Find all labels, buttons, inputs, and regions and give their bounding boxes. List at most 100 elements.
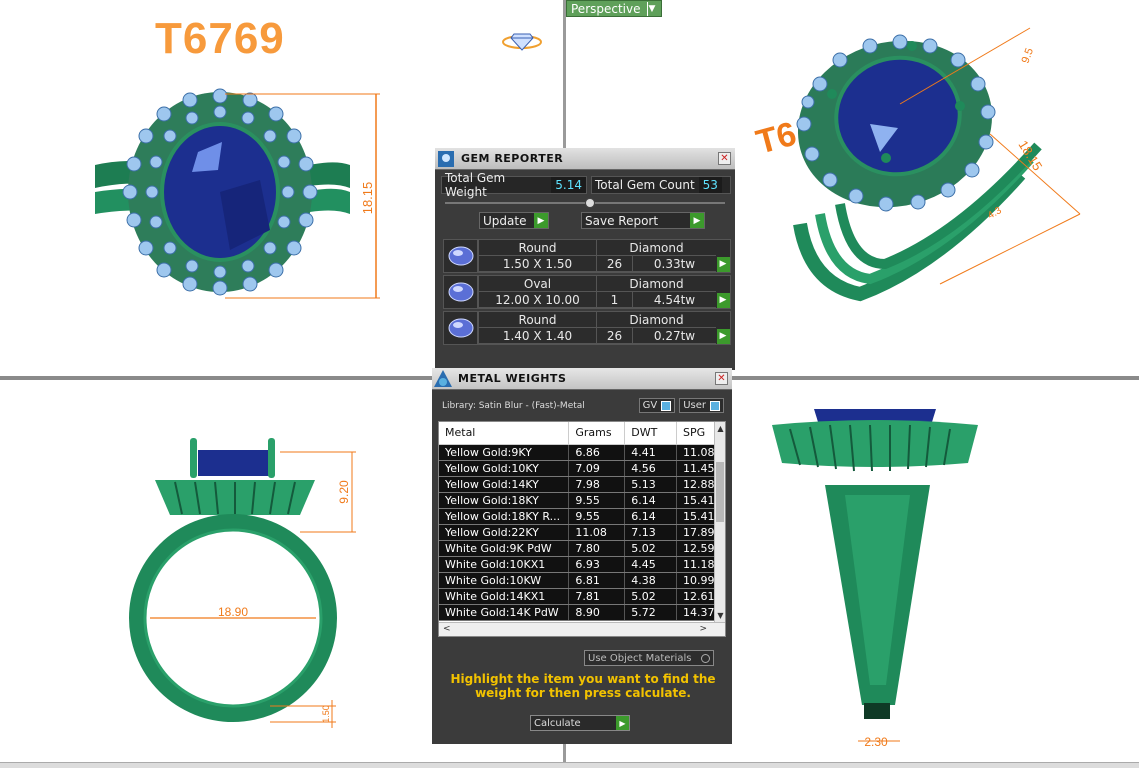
- sku-title: T6769: [155, 14, 285, 63]
- table-cell: 11.18: [676, 556, 716, 573]
- table-cell: White Gold:14K PdW: [439, 604, 570, 621]
- gem-list: Round Diamond ▶ 1.50 X 1.50 26 0.33tw Oval Diam…: [443, 239, 731, 345]
- table-cell: 11.08: [676, 444, 716, 461]
- gem-type: Diamond: [596, 312, 716, 328]
- update-button[interactable]: Update ▶: [479, 212, 549, 229]
- table-cell: 11.08: [568, 524, 626, 541]
- table-cell: 12.88: [676, 476, 716, 493]
- table-cell: White Gold:10KX1: [439, 556, 570, 573]
- play-icon: ▶: [716, 292, 730, 308]
- column-header[interactable]: SPG: [676, 422, 716, 445]
- table-cell: Yellow Gold:14KY: [439, 476, 570, 493]
- table-cell: 9.55: [568, 492, 626, 509]
- table-cell: Yellow Gold:10KY: [439, 460, 570, 477]
- column-header[interactable]: DWT: [624, 422, 677, 445]
- table-cell: 14.37: [676, 604, 716, 621]
- table-cell: 12.61: [676, 588, 716, 605]
- gem-go-button[interactable]: ▶: [716, 312, 730, 344]
- gem-row[interactable]: Round Diamond ▶ 1.40 X 1.40 26 0.27tw: [443, 311, 731, 345]
- gem-go-button[interactable]: ▶: [716, 276, 730, 308]
- table-cell: 7.09: [568, 460, 626, 477]
- splitter-knob[interactable]: [585, 198, 595, 208]
- table-row[interactable]: White Gold:9K PdW 7.80 5.02 12.59: [439, 540, 716, 557]
- table-cell: Yellow Gold:18KY: [439, 492, 570, 509]
- save-report-button[interactable]: Save Report ▶: [581, 212, 705, 229]
- table-row[interactable]: White Gold:14K PdW 8.90 5.72 14.37: [439, 604, 716, 621]
- table-cell: 5.13: [624, 476, 677, 493]
- table-cell: 9.55: [568, 508, 626, 525]
- table-row[interactable]: White Gold:10KX1 6.93 4.45 11.18: [439, 556, 716, 573]
- table-row[interactable]: White Gold:10KW 6.81 4.38 10.99: [439, 572, 716, 589]
- close-icon[interactable]: ✕: [715, 372, 728, 385]
- table-row[interactable]: Yellow Gold:10KY 7.09 4.56 11.45: [439, 460, 716, 477]
- table-cell: 5.02: [624, 588, 677, 605]
- checkbox-icon: [661, 400, 672, 411]
- gem-shape: Round: [478, 240, 596, 256]
- table-row[interactable]: Yellow Gold:18KY 9.55 6.14 15.41: [439, 492, 716, 509]
- table-row[interactable]: White Gold:14KX1 7.81 5.02 12.61: [439, 588, 716, 605]
- use-object-materials-option[interactable]: Use Object Materials: [584, 650, 714, 666]
- profile-bottom-label: 2.30: [864, 735, 888, 749]
- total-weight-value: 5.14: [551, 177, 586, 193]
- column-header[interactable]: Grams: [568, 422, 626, 445]
- column-header[interactable]: Metal: [439, 422, 570, 445]
- side-bottom-label: 1.50: [321, 705, 331, 723]
- panel-splitter[interactable]: [445, 198, 725, 208]
- total-count: Total Gem Count 53: [591, 176, 731, 194]
- gem-count: 1: [596, 292, 632, 308]
- table-row[interactable]: Yellow Gold:22KY 11.08 7.13 17.89: [439, 524, 716, 541]
- close-icon[interactable]: ✕: [718, 152, 731, 165]
- chevron-left-icon[interactable]: <: [443, 624, 451, 634]
- vertical-scrollbar[interactable]: ▲ ▼: [714, 422, 725, 622]
- table-row[interactable]: Yellow Gold:18KY R... 9.55 6.14 15.41: [439, 508, 716, 525]
- side-inner-label: 18.90: [218, 605, 248, 619]
- gem-go-button[interactable]: ▶: [716, 240, 730, 272]
- gem-row[interactable]: Oval Diamond ▶ 12.00 X 10.00 1 4.54tw: [443, 275, 731, 309]
- front-view: 18.15: [95, 88, 380, 299]
- table-cell: 6.81: [568, 572, 626, 589]
- table-cell: 17.89: [676, 524, 716, 541]
- gv-toggle[interactable]: GV: [638, 398, 676, 413]
- chevron-down-icon[interactable]: ▼: [715, 611, 725, 620]
- table-row[interactable]: Yellow Gold:14KY 7.98 5.13 12.88: [439, 476, 716, 493]
- metal-weights-titlebar[interactable]: METAL WEIGHTS ✕: [432, 368, 732, 390]
- table-cell: 5.02: [624, 540, 677, 557]
- user-toggle[interactable]: User: [679, 398, 724, 413]
- gem-weight: 0.27tw: [632, 328, 716, 344]
- total-weight: Total Gem Weight 5.14: [441, 171, 587, 199]
- gem-shape: Oval: [478, 276, 596, 292]
- gem-thumbnail-icon: [444, 276, 478, 308]
- table-cell: 7.80: [568, 540, 626, 557]
- chevron-down-icon[interactable]: ▼: [646, 1, 657, 16]
- play-icon: ▶: [616, 716, 629, 730]
- gem-reporter-titlebar[interactable]: GEM REPORTER ✕: [435, 148, 735, 170]
- viewport-perspective-label[interactable]: Perspective ▼: [566, 0, 662, 17]
- table-cell: 4.56: [624, 460, 677, 477]
- chevron-right-icon[interactable]: >: [699, 624, 707, 634]
- table-cell: 15.41: [676, 508, 716, 525]
- table-cell: 4.41: [624, 444, 677, 461]
- calculate-button[interactable]: Calculate ▶: [530, 715, 630, 731]
- gem-size: 12.00 X 10.00: [478, 292, 596, 308]
- table-cell: White Gold:9K PdW: [439, 540, 570, 557]
- play-icon: ▶: [690, 213, 704, 228]
- gem-reporter-panel: GEM REPORTER ✕ Total Gem Weight 5.14 Tota…: [435, 148, 735, 370]
- total-count-value: 53: [698, 177, 722, 193]
- table-cell: 6.14: [624, 492, 677, 509]
- gem-totals: Total Gem Weight 5.14 Total Gem Count 53: [441, 171, 731, 199]
- gem-weight: 4.54tw: [632, 292, 716, 308]
- horizontal-scrollbar[interactable]: < >: [439, 622, 725, 636]
- status-bar: [0, 762, 1139, 768]
- gem-reporter-title: GEM REPORTER: [461, 152, 564, 165]
- gem-thumbnail-icon: [444, 240, 478, 272]
- scroll-thumb[interactable]: [716, 462, 724, 522]
- table-row[interactable]: Yellow Gold:9KY 6.86 4.41 11.08: [439, 444, 716, 461]
- perspective-view: T6 9.5 18.15 4.3: [752, 27, 1081, 302]
- gem-type: Diamond: [596, 240, 716, 256]
- library-row: Library: Satin Blur - (Fast)-Metal GV Us…: [442, 398, 732, 413]
- gem-row[interactable]: Round Diamond ▶ 1.50 X 1.50 26 0.33tw: [443, 239, 731, 273]
- chevron-up-icon[interactable]: ▲: [715, 424, 725, 433]
- gem-weight: 0.33tw: [632, 256, 716, 272]
- profile-view: 2.30: [772, 409, 978, 749]
- hint-text: Highlight the item you want to find the …: [450, 672, 716, 700]
